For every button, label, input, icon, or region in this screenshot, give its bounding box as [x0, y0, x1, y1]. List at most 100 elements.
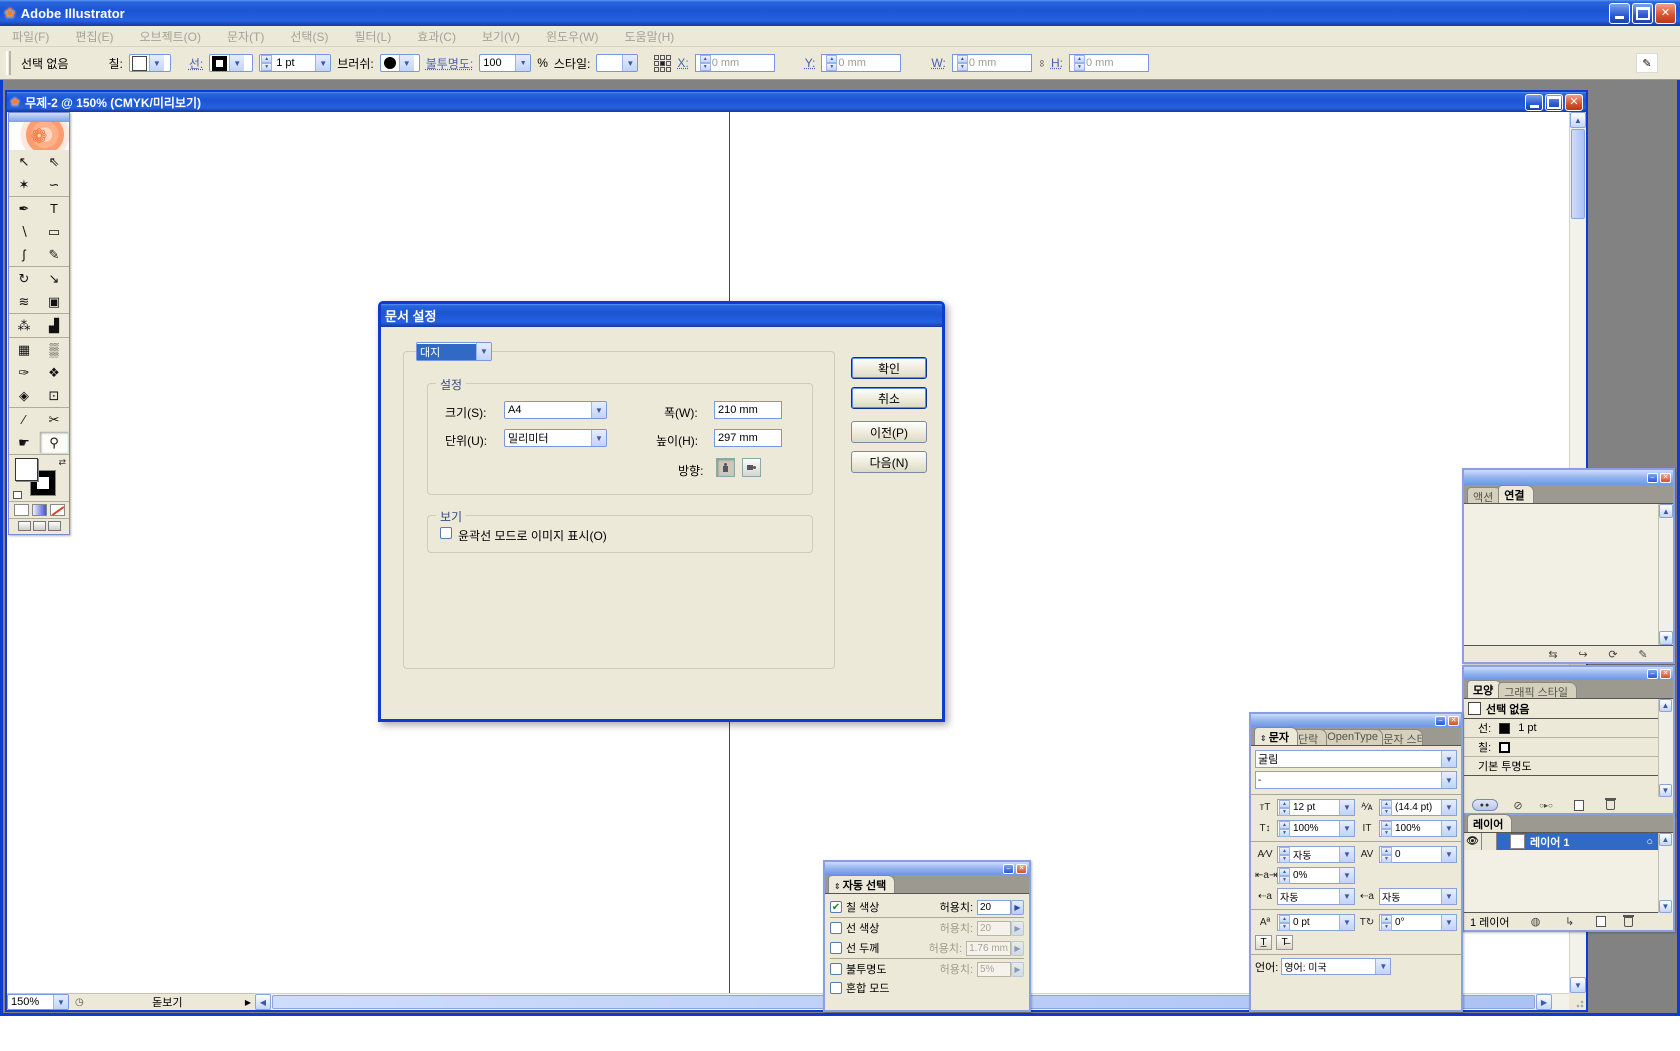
slider-popup-icon[interactable]: ▶	[1011, 900, 1024, 915]
y-field[interactable]: 0 mm	[821, 54, 901, 72]
palette-close-icon[interactable]: ✕	[1660, 669, 1671, 679]
zoom-tool[interactable]: ⚲	[39, 431, 69, 454]
chevron-down-icon[interactable]	[149, 55, 164, 71]
blend-mode-checkbox[interactable]	[830, 982, 842, 994]
illustrator-flower-logo[interactable]: ❁	[9, 122, 69, 150]
layer-row[interactable]: 👁 레이어 1 ○	[1464, 833, 1659, 850]
font-family-combo[interactable]: 굴림	[1255, 750, 1457, 768]
stroke-color-dropdown[interactable]	[209, 54, 253, 72]
rectangle-tool[interactable]: ▭	[39, 220, 69, 243]
pen-tool[interactable]: ✒	[9, 197, 39, 220]
warp-tool[interactable]: ≋	[9, 290, 39, 313]
lasso-tool[interactable]: ∽	[39, 173, 69, 196]
new-sublayer-icon[interactable]: ↳	[1562, 915, 1578, 928]
default-fill-stroke-icon[interactable]	[13, 491, 22, 499]
minimize-button[interactable]	[1609, 3, 1630, 24]
tab-layers[interactable]: 레이어	[1467, 814, 1512, 832]
chevron-down-icon[interactable]	[229, 55, 244, 71]
scroll-left-icon[interactable]: ◀	[255, 994, 271, 1010]
palette-minimize-icon[interactable]: –	[1647, 473, 1658, 483]
ok-button[interactable]: 확인	[851, 357, 927, 379]
y-stepper[interactable]	[826, 55, 837, 71]
chevron-down-icon[interactable]	[1339, 821, 1354, 836]
target-circle-icon[interactable]: ○	[1646, 836, 1653, 848]
aki-right-combo[interactable]: 자동	[1379, 888, 1457, 905]
scroll-up-icon[interactable]: ▲	[1659, 504, 1673, 518]
language-combo[interactable]: 영어: 미국	[1281, 958, 1391, 975]
menu-type[interactable]: 문자(T)	[227, 28, 264, 45]
chevron-down-icon[interactable]	[315, 55, 330, 71]
h-field[interactable]: 0 mm	[1069, 54, 1149, 72]
chevron-down-icon[interactable]	[1339, 800, 1354, 815]
status-clock-icon[interactable]: ◷	[75, 997, 84, 1008]
palette-close-icon[interactable]: ✕	[1660, 473, 1671, 483]
w-label[interactable]: W:	[931, 56, 945, 70]
delete-layer-icon[interactable]	[1624, 917, 1633, 927]
chevron-down-icon[interactable]	[1441, 751, 1456, 767]
chevron-down-icon[interactable]	[622, 55, 637, 71]
link-dimensions-icon[interactable]: ∞	[1036, 59, 1047, 66]
tab-appearance[interactable]: 모양	[1467, 680, 1502, 698]
w-stepper[interactable]	[957, 55, 968, 71]
hand-tool[interactable]: ☛	[9, 431, 39, 454]
selection-tool[interactable]: ↖	[9, 150, 39, 173]
width-field[interactable]: 210 mm	[714, 401, 782, 419]
blend-tool[interactable]: ❖	[39, 361, 69, 384]
appearance-titlebar[interactable]: – ✕	[1464, 667, 1673, 680]
menu-object[interactable]: 오브젝트(O)	[139, 28, 201, 45]
doc-close-button[interactable]	[1565, 94, 1583, 111]
chevron-down-icon[interactable]	[1441, 889, 1456, 904]
stroke-color-checkbox[interactable]	[830, 922, 842, 934]
chevron-down-icon[interactable]	[1339, 915, 1354, 930]
new-layer-icon[interactable]	[1596, 916, 1606, 927]
scissors-tool[interactable]: ✂	[39, 408, 69, 431]
tracking-combo[interactable]: 0	[1379, 846, 1457, 863]
font-style-combo[interactable]: -	[1255, 771, 1457, 789]
opacity-field[interactable]: 100	[479, 54, 531, 72]
leading-combo[interactable]: (14.4 pt)	[1379, 799, 1457, 816]
x-label[interactable]: X:	[677, 56, 688, 70]
x-field[interactable]: 0 mm	[695, 54, 775, 72]
palette-minimize-icon[interactable]: –	[1435, 716, 1446, 726]
palette-close-icon[interactable]: ✕	[1016, 864, 1027, 874]
tab-graphic-styles[interactable]: 그래픽 스타일	[1498, 682, 1577, 698]
rotation-combo[interactable]: 0°	[1379, 914, 1457, 931]
tracking-stepper[interactable]	[1381, 847, 1392, 862]
close-button[interactable]	[1655, 3, 1676, 24]
font-size-combo[interactable]: 12 pt	[1277, 799, 1355, 816]
h-scale-stepper[interactable]	[1381, 821, 1392, 836]
h-label[interactable]: H:	[1051, 56, 1063, 70]
direct-selection-tool[interactable]: ⇖	[39, 150, 69, 173]
status-popup-icon[interactable]: ▶	[245, 998, 251, 1007]
chevron-down-icon[interactable]	[591, 430, 606, 446]
doc-maximize-button[interactable]	[1545, 94, 1563, 111]
vertical-scale-combo[interactable]: 100%	[1277, 820, 1355, 837]
links-titlebar[interactable]: – ✕	[1464, 470, 1673, 485]
baseline-shift-combo[interactable]: 0 pt	[1277, 914, 1355, 931]
rotate-tool[interactable]: ↻	[9, 267, 39, 290]
color-button[interactable]	[14, 504, 29, 516]
knife-tool[interactable]: ∕	[9, 408, 39, 431]
w-field[interactable]: 0 mm	[952, 54, 1032, 72]
v-scale-stepper[interactable]	[1279, 821, 1290, 836]
chevron-down-icon[interactable]	[53, 995, 68, 1009]
none-button[interactable]	[50, 504, 65, 516]
section-selector-combo[interactable]: 대지	[416, 342, 492, 361]
reduce-to-basic-appearance-icon[interactable]: ○▸○	[1538, 799, 1554, 812]
maximize-button[interactable]	[1632, 3, 1653, 24]
eyedropper-tool[interactable]: ✑	[9, 361, 39, 384]
tab-opentype[interactable]: OpenType	[1321, 729, 1383, 745]
scroll-down-icon[interactable]: ▼	[1570, 977, 1586, 993]
appearance-scrollbar[interactable]: ▲ ▼	[1658, 699, 1673, 797]
chevron-down-icon[interactable]	[476, 343, 491, 360]
tools-palette-dragbar[interactable]	[9, 113, 69, 122]
layers-scrollbar[interactable]: ▲ ▼	[1658, 833, 1673, 913]
standard-screen-mode-button[interactable]	[18, 521, 31, 531]
stroke-weight-value[interactable]: 1 pt	[273, 57, 315, 69]
chevron-down-icon[interactable]	[1339, 889, 1354, 904]
collapse-icon[interactable]: ⇕	[834, 882, 841, 891]
menu-view[interactable]: 보기(V)	[482, 28, 520, 45]
x-stepper[interactable]	[700, 55, 711, 71]
links-list[interactable]: ▲ ▼	[1464, 504, 1673, 646]
vertical-scroll-thumb[interactable]	[1571, 129, 1585, 219]
